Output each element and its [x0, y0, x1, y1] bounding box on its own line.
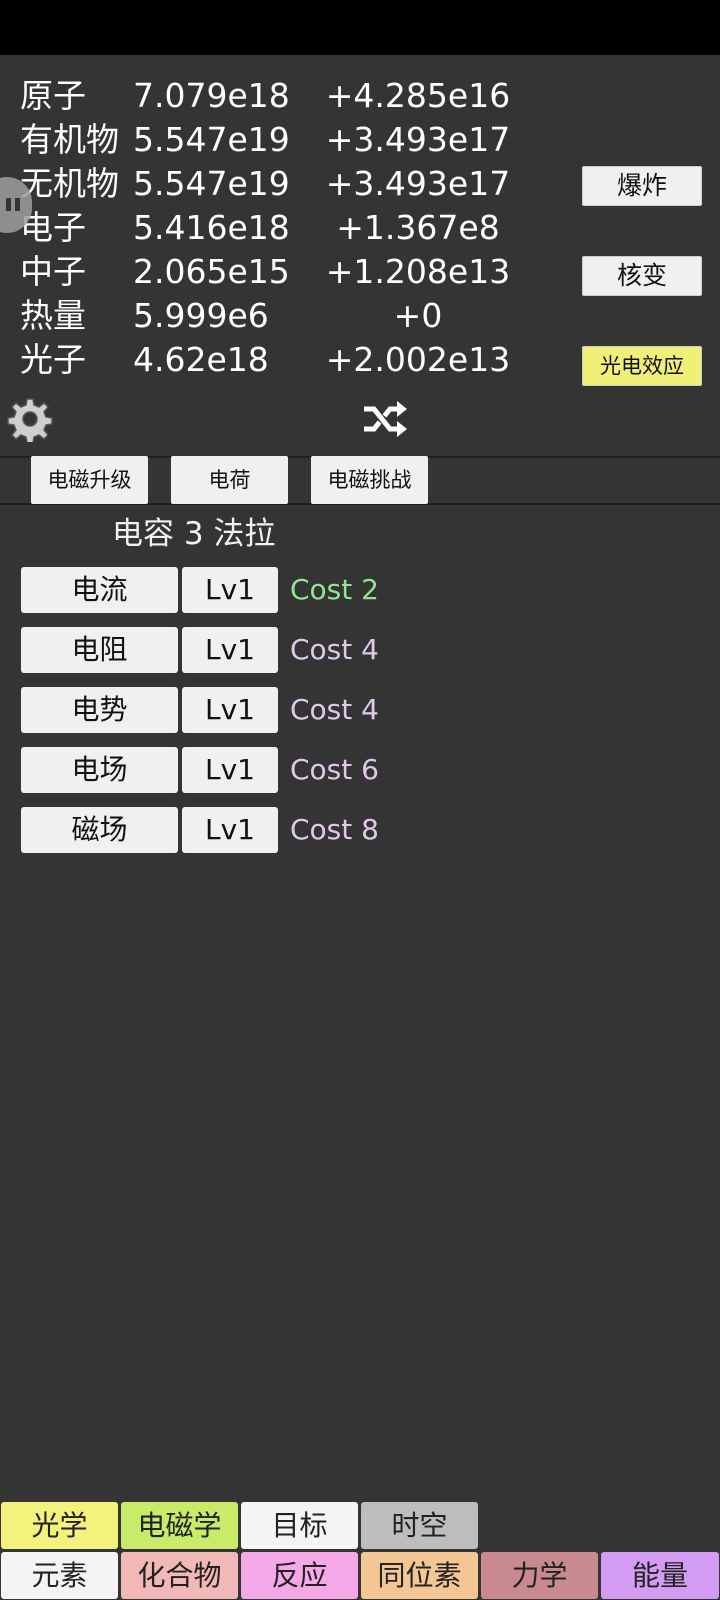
resource-value: 5.416e18	[133, 208, 290, 247]
nav-optics[interactable]: 光学	[1, 1502, 118, 1549]
resource-rate: +2.002e13	[325, 340, 511, 379]
nuclear-transform-button[interactable]: 核变	[582, 256, 702, 296]
upgrade-cost: Cost 4	[290, 633, 379, 666]
capacitance-title: 电容 3 法拉	[112, 516, 276, 552]
resource-name: 热量	[20, 296, 86, 335]
resource-value: 7.079e18	[133, 76, 290, 115]
resource-rate: +3.493e17	[325, 164, 511, 203]
upgrade-resistance-button[interactable]: 电阻	[21, 627, 178, 673]
resource-rate: +3.493e17	[325, 120, 511, 159]
resource-value: 4.62e18	[133, 340, 269, 379]
resource-row-electron: 电子 5.416e18 +1.367e8	[0, 206, 720, 250]
tab-electromagnetic-upgrade[interactable]: 电磁升级	[31, 456, 148, 504]
resource-name: 无机物	[20, 164, 119, 203]
upgrade-cost: Cost 2	[290, 573, 379, 606]
tab-charge[interactable]: 电荷	[171, 456, 288, 504]
nav-reactions[interactable]: 反应	[241, 1552, 358, 1599]
upgrade-electric-field-button[interactable]: 电场	[21, 747, 178, 793]
gear-icon[interactable]	[7, 396, 53, 442]
nav-elements[interactable]: 元素	[1, 1552, 118, 1599]
resource-value: 5.999e6	[133, 296, 269, 335]
resource-value: 5.547e19	[133, 120, 290, 159]
nav-compounds[interactable]: 化合物	[121, 1552, 238, 1599]
shuffle-icon[interactable]	[364, 400, 408, 438]
resource-value: 2.065e15	[133, 252, 290, 291]
nav-spacetime[interactable]: 时空	[361, 1502, 478, 1549]
explode-button[interactable]: 爆炸	[582, 166, 702, 206]
upgrade-level: Lv1	[182, 747, 278, 793]
resource-row-heat: 热量 5.999e6 +0	[0, 294, 720, 338]
tab-electromagnetic-challenge[interactable]: 电磁挑战	[311, 456, 428, 504]
upgrade-current-button[interactable]: 电流	[21, 567, 178, 613]
resource-rate: +0	[393, 296, 443, 335]
photoelectric-button[interactable]: 光电效应	[582, 346, 702, 386]
resource-row-organic: 有机物 5.547e19 +3.493e17	[0, 118, 720, 162]
resource-rate: +1.208e13	[325, 252, 511, 291]
resource-name: 光子	[20, 340, 86, 379]
resource-rate: +4.285e16	[325, 76, 511, 115]
upgrade-level: Lv1	[182, 807, 278, 853]
nav-energy[interactable]: 能量	[601, 1552, 719, 1599]
upgrade-cost: Cost 4	[290, 693, 379, 726]
upgrade-magnetic-field-button[interactable]: 磁场	[21, 807, 178, 853]
upgrade-potential-button[interactable]: 电势	[21, 687, 178, 733]
upgrade-cost: Cost 8	[290, 813, 379, 846]
nav-isotopes[interactable]: 同位素	[361, 1552, 478, 1599]
nav-mechanics[interactable]: 力学	[481, 1552, 598, 1599]
resource-name: 中子	[20, 252, 86, 291]
resource-row-atom: 原子 7.079e18 +4.285e16	[0, 74, 720, 118]
resource-name: 有机物	[20, 120, 119, 159]
resource-rate: +1.367e8	[336, 208, 500, 247]
upgrade-level: Lv1	[182, 687, 278, 733]
resource-value: 5.547e19	[133, 164, 290, 203]
nav-goals[interactable]: 目标	[241, 1502, 358, 1549]
upgrade-level: Lv1	[182, 567, 278, 613]
upgrade-level: Lv1	[182, 627, 278, 673]
resource-name: 原子	[20, 76, 86, 115]
upgrade-cost: Cost 6	[290, 753, 379, 786]
nav-electromagnetism[interactable]: 电磁学	[121, 1502, 238, 1549]
